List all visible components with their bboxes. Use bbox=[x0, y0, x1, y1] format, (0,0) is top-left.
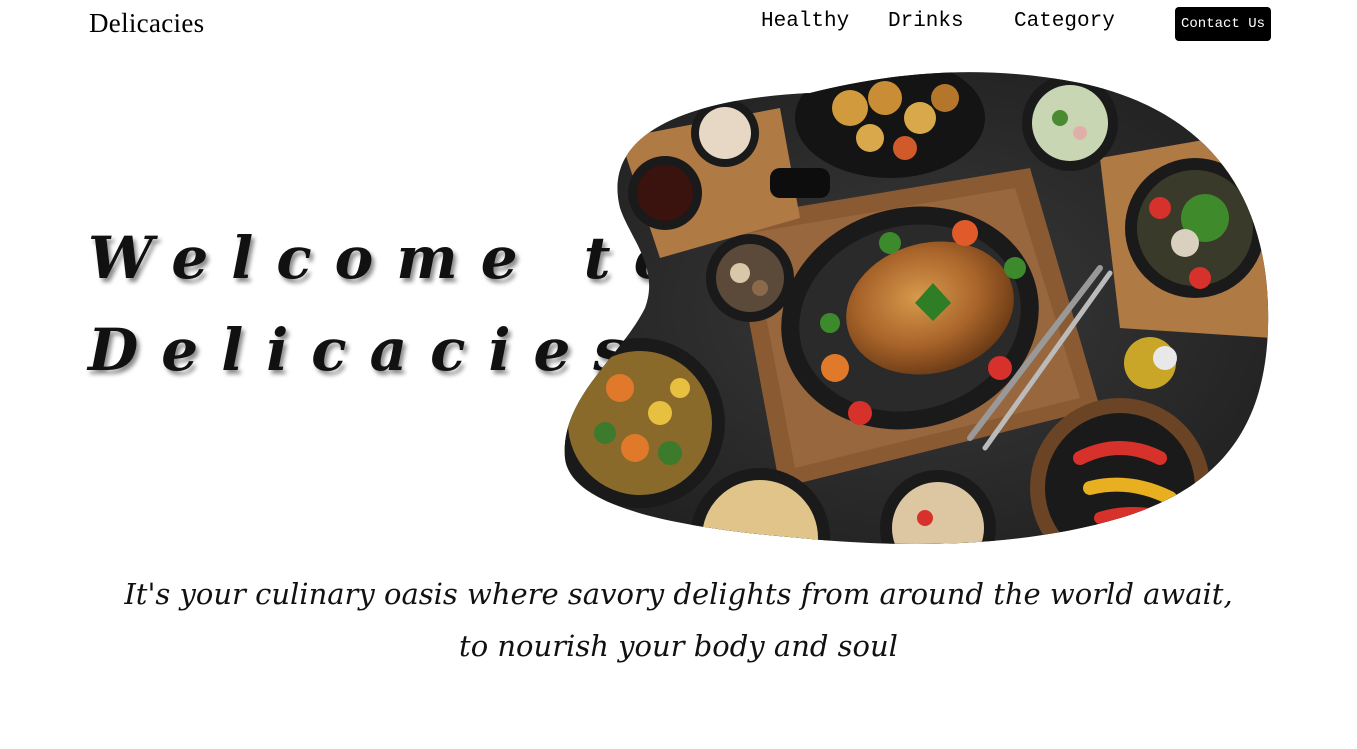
hero-headline-line2: Delicacies bbox=[88, 316, 650, 384]
hero-tagline-line2: to nourish your body and soul bbox=[459, 629, 898, 663]
hero-headline: Welcome to Delicacies bbox=[88, 212, 696, 396]
nav-link-healthy[interactable]: Healthy bbox=[761, 10, 849, 33]
main-nav: Healthy Drinks Category bbox=[0, 10, 1357, 40]
contact-us-button[interactable]: Contact Us bbox=[1175, 7, 1271, 41]
nav-link-drinks[interactable]: Drinks bbox=[888, 10, 964, 33]
hero-tagline-line1: It's your culinary oasis where savory de… bbox=[124, 577, 1233, 611]
nav-link-category[interactable]: Category bbox=[1014, 10, 1115, 33]
hero-headline-line1: Welcome to bbox=[88, 224, 696, 292]
food-spread-image bbox=[564, 72, 1269, 544]
